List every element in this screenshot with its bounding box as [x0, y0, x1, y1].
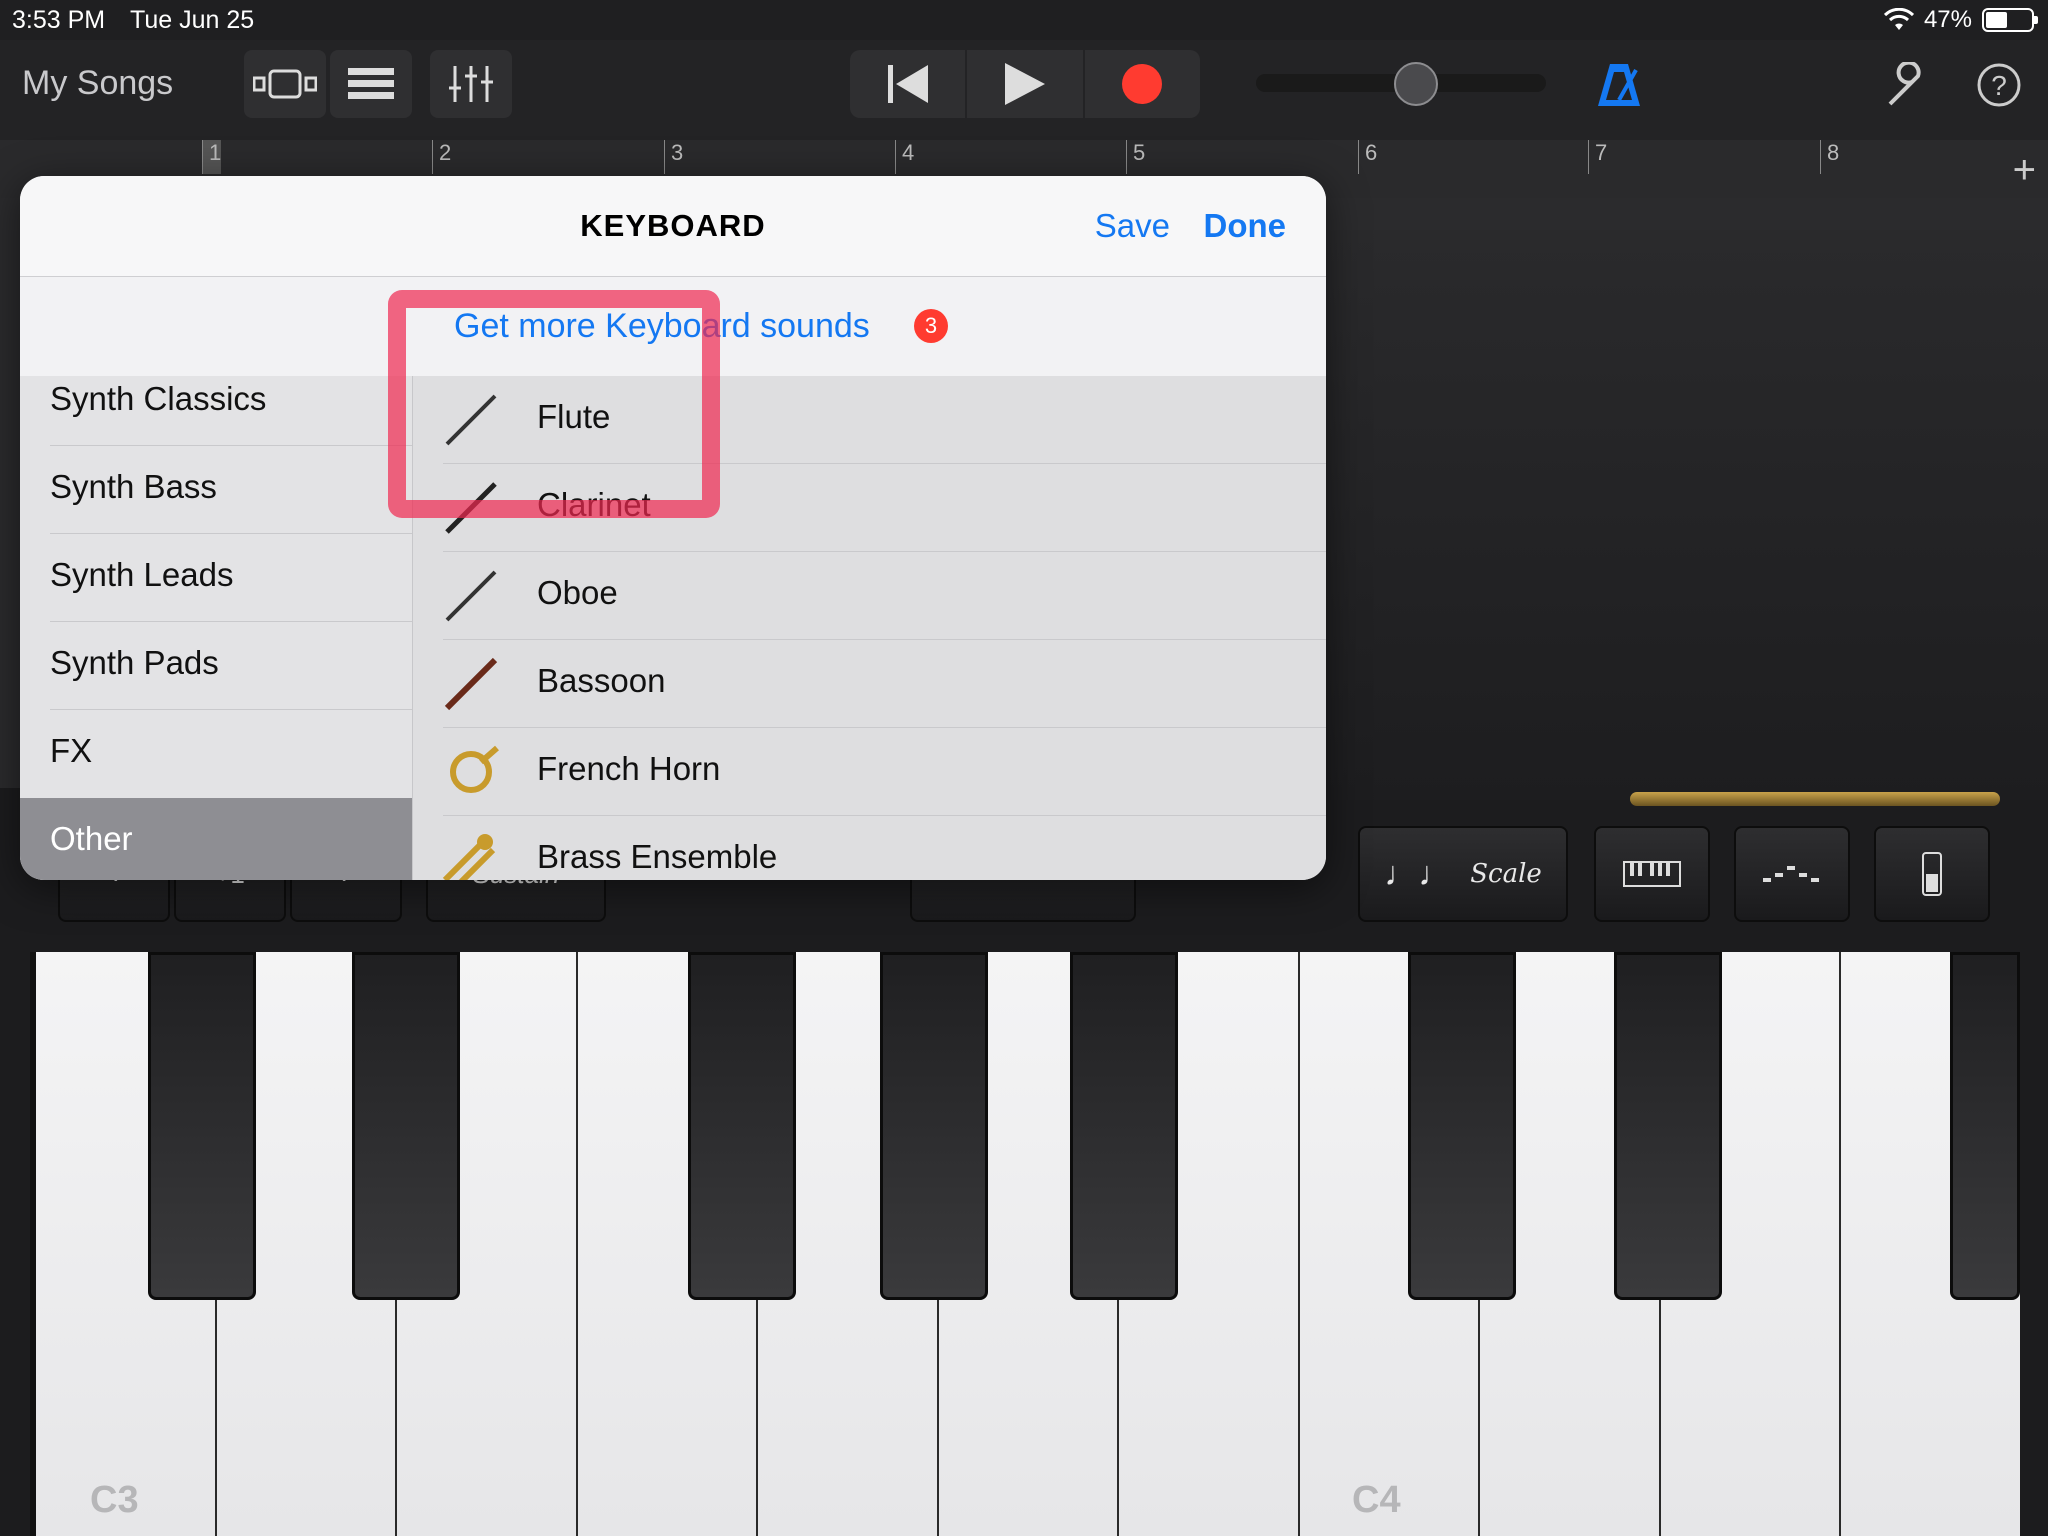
instrument-item-oboe[interactable]: Oboe	[413, 552, 1326, 640]
play-button[interactable]	[967, 50, 1085, 118]
black-key[interactable]	[148, 952, 256, 1300]
arpeggiator-button[interactable]	[1734, 826, 1850, 922]
record-button[interactable]	[1085, 50, 1200, 118]
notification-badge: 3	[914, 309, 948, 343]
status-right: 47%	[1883, 6, 2038, 34]
svg-text:?: ?	[1991, 70, 2007, 101]
ruler-bar-8: 8	[1820, 140, 1839, 174]
instrument-item-french-horn[interactable]: French Horn	[413, 728, 1326, 816]
record-icon	[1122, 64, 1163, 104]
octave-label-c3: C3	[90, 1479, 139, 1521]
black-key[interactable]	[1950, 952, 2020, 1300]
view-toggle-button[interactable]	[244, 50, 326, 118]
sound-browser-popover: KEYBOARD Save Done Get more Keyboard sou…	[20, 176, 1326, 880]
mixer-button[interactable]	[430, 50, 512, 118]
my-songs-button[interactable]: My Songs	[22, 64, 173, 103]
arpeggiator-icon	[1763, 866, 1819, 882]
black-key[interactable]	[1614, 952, 1722, 1300]
help-button[interactable]: ?	[1976, 62, 2022, 113]
category-item-fx[interactable]: FX	[20, 710, 412, 798]
category-label: FX	[50, 732, 93, 769]
settings-button[interactable]	[1886, 60, 1932, 113]
wifi-icon	[1883, 8, 1914, 30]
keyboard-layout-button[interactable]	[1594, 826, 1710, 922]
category-label: Synth Pads	[50, 644, 219, 681]
instrument-item-bassoon[interactable]: Bassoon	[413, 640, 1326, 728]
done-button[interactable]: Done	[1204, 207, 1287, 245]
metronome-button[interactable]	[1596, 62, 1642, 113]
category-label: Synth Leads	[50, 556, 234, 593]
bassoon-icon	[444, 657, 498, 711]
category-item-synth-bass[interactable]: Synth Bass	[20, 446, 412, 534]
notes-icon: ♩♩	[1384, 854, 1453, 893]
tracks-view-button[interactable]	[330, 50, 412, 118]
toolbar: My Songs ?	[0, 40, 2048, 140]
black-key[interactable]	[352, 952, 460, 1300]
help-icon: ?	[1977, 63, 2021, 107]
ruler-bar-4: 4	[895, 140, 914, 174]
octave-label-c4: C4	[1352, 1479, 1401, 1521]
transport-controls	[850, 50, 1200, 118]
play-icon	[1004, 63, 1045, 105]
black-key[interactable]	[880, 952, 988, 1300]
instrument-item-brass-ensemble[interactable]: Brass Ensemble	[413, 816, 1326, 880]
keyboard-icon	[1623, 861, 1681, 887]
mixer-icon	[449, 66, 493, 102]
velocity-button[interactable]	[1874, 826, 1990, 922]
status-bar: 3:53 PM Tue Jun 25 47%	[0, 0, 2048, 40]
battery-percent: 47%	[1923, 6, 1972, 33]
view-toggle-icon	[253, 69, 317, 99]
category-list: Synth Classics Synth Bass Synth Leads Sy…	[20, 376, 413, 880]
battery-icon	[1982, 8, 2038, 32]
tracks-icon	[348, 68, 394, 99]
category-item-synth-classics[interactable]: Synth Classics	[20, 358, 412, 446]
popover-header: KEYBOARD Save Done	[20, 176, 1326, 277]
black-key[interactable]	[688, 952, 796, 1300]
piano-keyboard[interactable]: C3 C4	[30, 952, 2020, 1536]
ruler-bar-6: 6	[1358, 140, 1377, 174]
go-to-start-button[interactable]	[850, 50, 968, 118]
ruler-bar-2: 2	[432, 140, 451, 174]
category-item-other[interactable]: Other	[20, 798, 412, 880]
category-item-synth-leads[interactable]: Synth Leads	[20, 534, 412, 622]
highlight-annotation	[388, 290, 720, 518]
ruler-bar-7: 7	[1588, 140, 1607, 174]
category-item-synth-pads[interactable]: Synth Pads	[20, 622, 412, 710]
status-time: 3:53 PM	[12, 6, 106, 34]
category-label: Other	[50, 820, 133, 857]
add-section-button[interactable]: +	[2013, 148, 2036, 193]
category-label: Synth Bass	[50, 468, 217, 505]
black-key[interactable]	[1070, 952, 1178, 1300]
skip-back-icon	[887, 65, 928, 103]
black-key[interactable]	[1408, 952, 1516, 1300]
oboe-icon	[445, 570, 497, 622]
category-label: Synth Classics	[50, 380, 267, 417]
instrument-label: French Horn	[537, 750, 721, 787]
ruler-bar-1: 1	[202, 140, 222, 174]
brass-ensemble-icon	[442, 834, 496, 880]
ruler-bar-3: 3	[664, 140, 683, 174]
velocity-icon	[1922, 852, 1942, 896]
ruler-bar-5: 5	[1126, 140, 1145, 174]
brass-trim	[1630, 792, 2000, 806]
instrument-label: Oboe	[537, 574, 618, 611]
metronome-icon	[1598, 64, 1640, 106]
volume-slider-knob[interactable]	[1394, 62, 1438, 106]
save-button[interactable]: Save	[1095, 207, 1170, 245]
status-date: Tue Jun 25	[130, 6, 255, 34]
instrument-label: Bassoon	[537, 662, 666, 699]
wrench-icon	[1888, 60, 1921, 106]
scale-label: Scale	[1470, 859, 1542, 889]
instrument-label: Brass Ensemble	[537, 838, 778, 875]
french-horn-icon	[450, 745, 499, 793]
scale-button[interactable]: ♩♩ Scale	[1358, 826, 1568, 922]
